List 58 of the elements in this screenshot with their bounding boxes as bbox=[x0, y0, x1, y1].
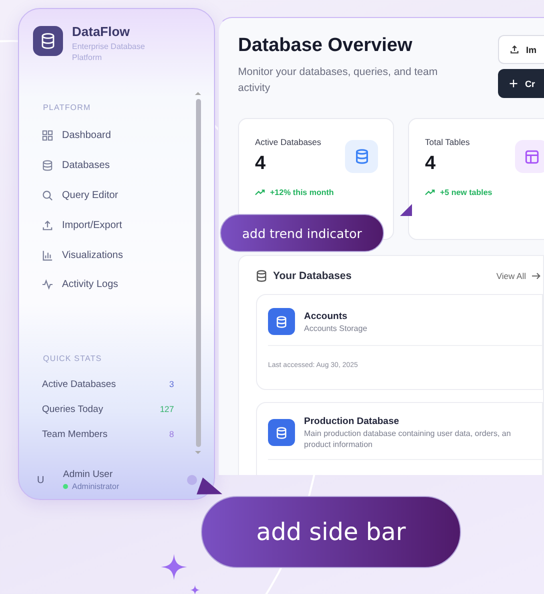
stat-value: 4 bbox=[255, 153, 267, 175]
page-title: Database Overview bbox=[238, 35, 414, 57]
section-label: PLATFORM bbox=[43, 103, 92, 112]
plus-icon bbox=[509, 79, 518, 88]
nav-item[interactable]: Dashboard bbox=[42, 121, 214, 151]
nav-item[interactable]: Activity Logs bbox=[42, 270, 214, 300]
user-role: Administrator bbox=[72, 482, 120, 491]
arrow-right-icon bbox=[532, 272, 541, 280]
section-title: Your Databases bbox=[273, 270, 352, 282]
upload-icon bbox=[510, 45, 519, 54]
stat-label: Team Members bbox=[42, 428, 108, 440]
database-description: Main production database containing user data, orders, an bbox=[304, 429, 511, 438]
brand-subtitle: Enterprise Database Platform bbox=[72, 41, 146, 63]
trend-up-icon bbox=[255, 189, 266, 196]
nav-item[interactable]: Import/Export bbox=[42, 210, 214, 240]
search-icon bbox=[42, 190, 53, 201]
avatar-initial: U bbox=[37, 474, 46, 486]
stat-label: Total Tables bbox=[425, 137, 470, 147]
nav-item[interactable]: Databases bbox=[42, 150, 214, 181]
stat-label: Active Databases bbox=[255, 137, 322, 147]
database-description: Accounts Storage bbox=[304, 324, 368, 332]
import-button[interactable]: Im bbox=[498, 35, 544, 64]
trend-text: +12% this month bbox=[270, 188, 334, 197]
stat-label: Active Databases bbox=[42, 378, 116, 390]
stat-label: Queries Today bbox=[42, 404, 104, 415]
stat-value: 127 bbox=[160, 404, 174, 414]
database-logo-icon bbox=[33, 26, 63, 56]
callout-label: add side bar bbox=[201, 496, 461, 568]
page-subtitle: Monitor your databases, queries, and team activity bbox=[238, 65, 438, 96]
database-icon bbox=[268, 308, 295, 335]
stat-value: 8 bbox=[169, 429, 174, 440]
section-label: QUICK STATS bbox=[43, 354, 103, 363]
db-icon bbox=[42, 160, 53, 172]
database-icon bbox=[256, 270, 267, 282]
database-description: product information bbox=[304, 440, 374, 449]
database-name: Production Database bbox=[304, 416, 400, 427]
stat-value: 3 bbox=[169, 379, 174, 390]
brand-name: DataFlow bbox=[72, 24, 131, 39]
upload-icon bbox=[42, 220, 53, 231]
create-button[interactable]: Cr bbox=[498, 69, 544, 98]
scrollbar[interactable] bbox=[193, 92, 203, 454]
user-name: Admin User bbox=[63, 469, 114, 480]
callout-label: add trend indicator bbox=[220, 214, 384, 252]
database-name: Accounts bbox=[304, 310, 348, 322]
trend-up-icon bbox=[425, 189, 436, 196]
pointer-icon bbox=[400, 204, 412, 216]
sparkle-icon bbox=[161, 554, 187, 580]
nav-item[interactable]: Query Editor bbox=[42, 180, 214, 210]
settings-icon[interactable] bbox=[187, 475, 197, 485]
nav-item[interactable]: Visualizations bbox=[42, 240, 214, 270]
stat-value: 4 bbox=[425, 153, 437, 175]
sparkle-icon bbox=[190, 585, 200, 594]
trend-text: +5 new tables bbox=[440, 188, 492, 197]
grid-icon bbox=[42, 130, 53, 142]
chart-icon bbox=[42, 250, 53, 261]
pulse-icon bbox=[42, 279, 53, 290]
view-all-link[interactable]: View All bbox=[496, 271, 526, 281]
database-icon bbox=[268, 419, 295, 446]
